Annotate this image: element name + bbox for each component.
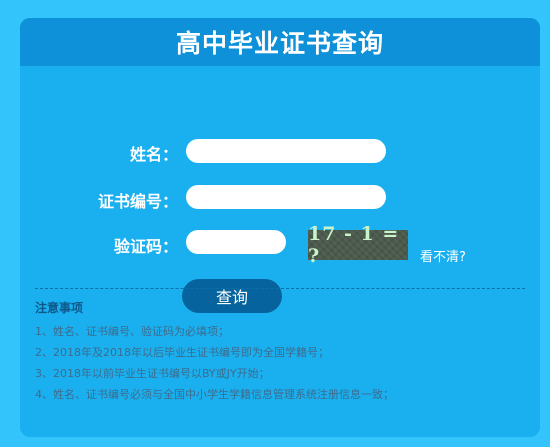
note-item: 4、姓名、证书编号必须与全国中小学生学籍信息管理系统注册信息一致； — [35, 388, 394, 401]
name-input[interactable] — [186, 139, 386, 163]
captcha-image[interactable]: 17 - 1 = ? — [308, 223, 408, 267]
query-card: 高中毕业证书查询 姓名： 证书编号： 验证码： 17 - 1 = ? 看不清? … — [20, 18, 540, 437]
query-form: 姓名： 证书编号： 验证码： 17 - 1 = ? 看不清? 查询 — [20, 66, 540, 313]
notes-list: 1、姓名、证书编号、验证码为必填项； 2、2018年及2018年以后毕业生证书编… — [35, 321, 525, 405]
note-item: 1、姓名、证书编号、验证码为必填项； — [35, 325, 229, 338]
refresh-captcha-link[interactable]: 看不清? — [420, 246, 466, 265]
note-item: 3、2018年以前毕业生证书编号以BY或JY开始； — [35, 367, 270, 380]
card-header: 高中毕业证书查询 — [20, 18, 540, 66]
notes-title: 注意事项 — [35, 301, 84, 315]
notes-section: 注意事项 1、姓名、证书编号、验证码为必填项； 2、2018年及2018年以后毕… — [35, 299, 525, 405]
cert-no-label: 证书编号： — [97, 192, 178, 211]
name-label: 姓名： — [129, 145, 178, 164]
captcha-label: 验证码： — [113, 237, 178, 256]
captcha-input[interactable] — [186, 230, 286, 254]
divider — [35, 288, 525, 289]
page-title: 高中毕业证书查询 — [175, 29, 384, 58]
note-item: 2、2018年及2018年以后毕业生证书编号即为全国学籍号； — [35, 346, 329, 359]
cert-no-input[interactable] — [186, 185, 386, 209]
